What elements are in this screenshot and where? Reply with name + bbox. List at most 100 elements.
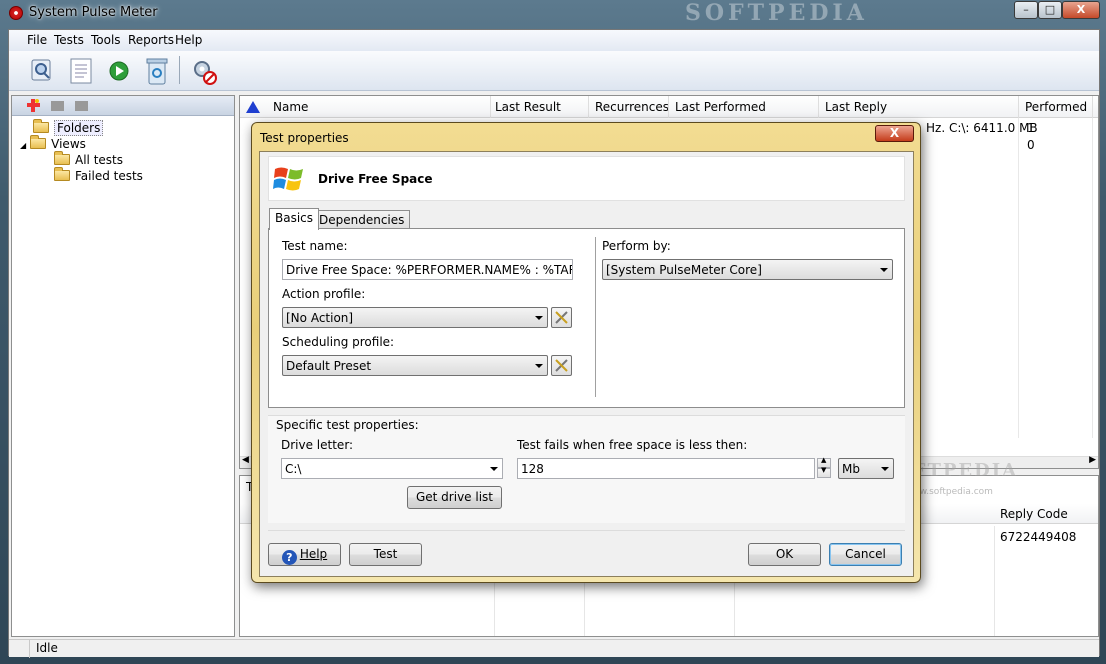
- footer-divider: [268, 530, 905, 531]
- edit-scheduling-profile-button[interactable]: [551, 355, 572, 376]
- table-cell-performed: 0: [1027, 138, 1035, 152]
- ok-button[interactable]: OK: [748, 543, 821, 566]
- drive-letter-label: Drive letter:: [281, 438, 354, 452]
- drive-letter-select[interactable]: C:\: [281, 458, 503, 479]
- help-button[interactable]: ? Help: [268, 543, 341, 566]
- perform-by-select[interactable]: [System PulseMeter Core]: [602, 259, 893, 280]
- get-drive-list-button[interactable]: Get drive list: [407, 486, 502, 509]
- menu-tools[interactable]: Tools: [91, 33, 121, 47]
- test-properties-dialog: Test properties X Drive Free Space Basic…: [251, 122, 921, 583]
- unit-select[interactable]: Mb: [838, 458, 894, 479]
- column-last-performed[interactable]: Last Performed: [675, 100, 766, 114]
- table-cell-last-reply: Hz. C:\: 6411.0 MB: [926, 121, 1038, 135]
- action-profile-select[interactable]: [No Action]: [282, 307, 548, 328]
- chevron-down-icon: [535, 364, 543, 368]
- tab-dependencies[interactable]: Dependencies: [313, 210, 411, 230]
- column-divider: [490, 96, 491, 118]
- windows-logo-icon: [273, 167, 303, 191]
- expand-arrow-icon[interactable]: ◢: [20, 141, 26, 150]
- report-icon[interactable]: [66, 54, 96, 87]
- scroll-right-icon[interactable]: ▶: [1089, 455, 1096, 465]
- dialog-title: Test properties: [260, 131, 349, 145]
- chevron-down-icon: [881, 467, 889, 471]
- properties-icon[interactable]: [26, 54, 56, 87]
- specific-properties-label: Specific test properties:: [276, 418, 419, 432]
- title-bar: System Pulse Meter SOFTPEDIA – □ X: [0, 0, 1106, 26]
- help-icon: ?: [281, 550, 297, 565]
- tree-item-failed-tests[interactable]: Failed tests: [54, 167, 143, 183]
- threshold-field[interactable]: 128: [517, 458, 815, 479]
- dialog-close-button[interactable]: X: [875, 125, 914, 142]
- column-divider: [1092, 96, 1093, 118]
- column-divider: [668, 96, 669, 118]
- menu-tests[interactable]: Tests: [54, 33, 84, 47]
- sort-ascending-icon[interactable]: [246, 101, 260, 113]
- threshold-stepper[interactable]: ▲ ▼: [817, 456, 831, 479]
- scheduling-profile-label: Scheduling profile:: [282, 335, 395, 349]
- add-folder-icon[interactable]: [26, 98, 41, 113]
- chevron-down-icon: [535, 316, 543, 320]
- window-title: System Pulse Meter: [29, 5, 158, 20]
- column-divider: [1018, 96, 1019, 118]
- watermark: SOFTPEDIA: [685, 0, 868, 26]
- spin-down-icon[interactable]: ▼: [817, 466, 831, 478]
- dialog-heading: Drive Free Space: [318, 172, 433, 186]
- grid-line: [994, 526, 995, 636]
- run-icon[interactable]: [105, 54, 135, 87]
- edit-action-profile-button[interactable]: [551, 307, 572, 328]
- delete-folder-icon[interactable]: [74, 98, 89, 113]
- action-profile-label: Action profile:: [282, 287, 366, 301]
- folder-tree-pane: Folders ◢ Views All tests Failed tests: [11, 95, 235, 637]
- perform-by-label: Perform by:: [602, 239, 671, 253]
- minimize-button[interactable]: –: [1014, 1, 1038, 19]
- edit-folder-icon[interactable]: [50, 98, 65, 113]
- maximize-button[interactable]: □: [1038, 1, 1062, 19]
- tools-icon: [555, 311, 568, 324]
- threshold-label: Test fails when free space is less then:: [517, 438, 748, 452]
- column-recurrences[interactable]: Recurrences: [595, 100, 669, 114]
- toolbar: [9, 51, 1099, 91]
- settings-stop-icon[interactable]: [189, 54, 219, 87]
- grid-line: [1092, 118, 1093, 438]
- test-name-field[interactable]: Drive Free Space: %PERFORMER.NAME% : %TA…: [282, 259, 573, 280]
- close-button[interactable]: X: [1062, 1, 1100, 19]
- column-performed[interactable]: Performed: [1025, 100, 1087, 114]
- menu-bar: File Tests Tools Reports Help: [9, 30, 1099, 51]
- chevron-down-icon: [490, 467, 498, 471]
- scroll-left-icon[interactable]: ◀: [242, 455, 249, 465]
- recycle-bin-icon[interactable]: [142, 54, 172, 87]
- menu-file[interactable]: File: [27, 33, 47, 47]
- folder-icon: [54, 167, 70, 181]
- scheduling-profile-select[interactable]: Default Preset: [282, 355, 548, 376]
- tab-basics[interactable]: Basics: [269, 208, 320, 230]
- test-name-label: Test name:: [282, 239, 348, 253]
- tree-item-all-tests[interactable]: All tests: [54, 151, 123, 167]
- column-reply-code[interactable]: Reply Code: [1000, 507, 1068, 521]
- tree-item-folders[interactable]: Folders: [33, 119, 104, 136]
- dialog-header: Drive Free Space: [268, 156, 905, 201]
- menu-reports[interactable]: Reports: [128, 33, 174, 47]
- column-divider: [588, 96, 589, 118]
- folder-icon: [54, 151, 70, 165]
- cancel-button[interactable]: Cancel: [829, 543, 902, 566]
- toolbar-separator: [179, 56, 180, 84]
- status-separator: [29, 640, 30, 658]
- column-divider: [818, 96, 819, 118]
- reply-code-value: 6722449408: [1000, 530, 1077, 544]
- grid-header: Name Last Result Recurrences Last Perfor…: [240, 96, 1098, 118]
- tree-item-views[interactable]: ◢ Views: [20, 135, 86, 151]
- tree-toolbar: [12, 96, 234, 116]
- basics-panel: Test name: Drive Free Space: %PERFORMER.…: [268, 228, 905, 408]
- column-last-result[interactable]: Last Result: [495, 100, 561, 114]
- status-bar: Idle: [9, 639, 1099, 658]
- tools-icon: [555, 359, 568, 372]
- test-button[interactable]: Test: [349, 543, 422, 566]
- dialog-body: Drive Free Space Basics Dependencies Tes…: [259, 151, 914, 577]
- column-name[interactable]: Name: [273, 100, 308, 114]
- menu-help[interactable]: Help: [175, 33, 202, 47]
- grid-line: [1018, 118, 1019, 438]
- chevron-down-icon: [880, 268, 888, 272]
- app-icon: [9, 6, 23, 20]
- table-cell-performed: 1: [1027, 121, 1035, 135]
- column-last-reply[interactable]: Last Reply: [825, 100, 887, 114]
